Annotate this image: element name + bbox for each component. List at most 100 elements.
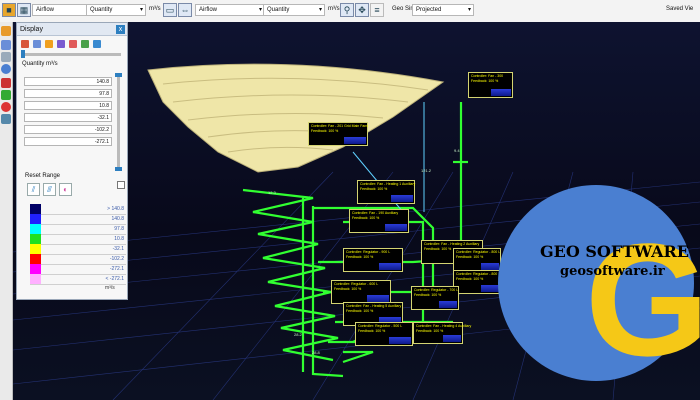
select-value: Quantity — [90, 7, 113, 13]
legend-label: -102.2 — [109, 256, 124, 262]
tooltip-body: Feedback: 100 % — [311, 129, 339, 133]
folder-icon[interactable] — [1, 26, 11, 36]
select-value: Quantity — [267, 7, 290, 13]
tooltip-title: Controller: Regulator - 700 L — [414, 288, 459, 292]
close-button[interactable]: x — [116, 25, 125, 34]
legend-label: < -272.1 — [105, 276, 125, 282]
table-icon[interactable] — [1, 52, 11, 62]
range-slider-thumb-bottom[interactable] — [115, 167, 122, 171]
range-slider[interactable] — [117, 73, 120, 169]
quantity-select-2[interactable]: Quantity ▾ — [263, 4, 325, 16]
pointer-icon[interactable] — [1, 78, 11, 88]
palette-icon[interactable] — [21, 40, 29, 48]
panel-title: Display — [17, 23, 127, 36]
chevron-down-icon: ▾ — [258, 7, 262, 13]
controller-tooltip[interactable]: Controller: Fan - 300 Feedback: 100 % — [468, 72, 513, 98]
range-value-input[interactable]: 140.8 — [24, 77, 112, 86]
tooltip-bar — [385, 224, 407, 231]
controller-tooltip[interactable]: Controller: Regulator - 800 L Feedback: … — [453, 270, 501, 294]
airflow-select-2[interactable]: Airflow ▾ — [195, 4, 265, 16]
sphere-icon[interactable] — [57, 40, 65, 48]
opacity-slider[interactable] — [21, 53, 121, 56]
legend-label: -272.1 — [109, 266, 124, 272]
cube-icon[interactable] — [69, 40, 77, 48]
zoom-icon[interactable]: ⚲ — [340, 3, 354, 17]
geo-sim-select[interactable]: Projected ▾ — [412, 4, 474, 16]
alert-icon[interactable] — [1, 102, 11, 112]
color-bar-icon[interactable]: ▭ — [163, 3, 177, 17]
unit-label-2: m³/s — [328, 6, 340, 12]
tooltip-bar — [481, 285, 499, 292]
grid-icon[interactable]: ▦ — [17, 3, 31, 17]
controller-tooltip[interactable]: Controller: Regulator - 600 L Feedback: … — [331, 280, 391, 304]
shape-icon[interactable] — [45, 40, 53, 48]
unit-label-1: m³/s — [149, 6, 161, 12]
range-value-input[interactable]: -32.1 — [24, 113, 112, 122]
legend-label: 97.8 — [114, 226, 124, 232]
controller-tooltip[interactable]: Controller: Regulator - 500 L Feedback: … — [355, 322, 413, 346]
settings-icon[interactable]: ≡ — [370, 3, 384, 17]
range-slider-thumb-top[interactable] — [115, 73, 122, 77]
tooltip-body: Feedback: 100 % — [358, 329, 386, 333]
bar-icon[interactable] — [33, 40, 41, 48]
legend-swatch — [30, 254, 41, 264]
quantity-select-1[interactable]: Quantity ▾ — [86, 4, 146, 16]
layers-icon[interactable] — [1, 40, 11, 50]
controller-tooltip[interactable]: Controller: Fan - Heating 1 Auxiliary Fe… — [357, 180, 415, 204]
legend-label: 10.8 — [114, 236, 124, 242]
save-icon[interactable]: ■ — [2, 3, 16, 17]
saved-views-label[interactable]: Saved Vie — [666, 6, 693, 12]
controller-tooltip[interactable]: Controller: Fan - 201 Grid Main Fans Fee… — [308, 122, 368, 146]
reset-range-checkbox[interactable] — [117, 181, 125, 189]
legend-label: -32.1 — [112, 246, 124, 252]
controller-tooltip[interactable]: Controller: Regulator - 800 L Feedback: … — [453, 248, 501, 272]
tooltip-title: Controller: Fan - 201 Grid Main Fans — [311, 124, 368, 128]
tooltip-title: Controller: Fan - Heating 2 Auxiliary — [424, 242, 480, 246]
controller-tooltip[interactable]: Controller: Fan - Heating 4 Auxiliary Fe… — [413, 322, 471, 344]
tooltip-body: Feedback: 100 % — [424, 247, 452, 251]
tree-icon[interactable] — [1, 90, 11, 100]
range-value-input[interactable]: -272.1 — [24, 137, 112, 146]
tooltip-bar — [491, 89, 511, 96]
tooltip-body: Feedback: 100 % — [346, 309, 374, 313]
range-value-input[interactable]: -102.2 — [24, 125, 112, 134]
tooltip-body: Feedback: 100 % — [471, 79, 499, 83]
main-toolbar: ■ ▦ Airflow ▾ Quantity ▾ m³/s ▭ ⇔ Airflow ▾… — [0, 0, 700, 23]
chart-icon[interactable] — [81, 40, 89, 48]
controller-tooltip[interactable]: Controller: Regulator - 700 L Feedback: … — [411, 286, 459, 310]
tooltip-title: Controller: Fan - 190 Auxiliary — [352, 211, 399, 215]
gear-icon[interactable] — [1, 114, 11, 124]
distribute-button[interactable]: ⫽ — [27, 183, 40, 196]
move-icon[interactable]: ✥ — [355, 3, 369, 17]
color-wheel-button[interactable]: ◐ — [59, 183, 72, 196]
globe-icon[interactable] — [1, 64, 11, 74]
tooltip-title: Controller: Fan - Heating 5 Auxiliary — [346, 304, 402, 308]
legend-row[interactable]: < -272.1 — [30, 274, 126, 285]
opacity-slider-thumb[interactable] — [21, 50, 25, 58]
tooltip-title: Controller: Regulator - 500 L — [358, 324, 403, 328]
logo-title: GEO SOFTWARE — [540, 242, 689, 261]
range-value-input[interactable]: 10.8 — [24, 101, 112, 110]
value-label: 9.4 — [454, 148, 460, 153]
legend-swatch — [30, 204, 41, 214]
invert-button[interactable]: ⫻ — [43, 183, 56, 196]
value-label: 12.3 — [268, 190, 276, 195]
legend-swatch — [30, 264, 41, 274]
tooltip-body: Feedback: 100 % — [416, 329, 444, 333]
tooltip-bar — [481, 263, 499, 270]
tooltip-title: Controller: Regulator - 800 L — [456, 272, 501, 276]
legend-swatch — [30, 224, 41, 234]
legend-label: 140.8 — [111, 216, 124, 222]
link-icon[interactable]: ⇔ — [178, 3, 192, 17]
select-value: Airflow — [199, 7, 218, 13]
controller-tooltip[interactable]: Controller: Regulator - 900 L Feedback: … — [343, 248, 403, 272]
eye-icon[interactable] — [93, 40, 101, 48]
tooltip-title: Controller: Fan - 300 — [471, 74, 504, 78]
chevron-down-icon: ▾ — [318, 7, 322, 13]
select-value: Projected — [416, 7, 442, 13]
range-value-input[interactable]: 97.8 — [24, 89, 112, 98]
chevron-down-icon: ▾ — [139, 7, 143, 13]
legend-swatch — [30, 234, 41, 244]
controller-tooltip[interactable]: Controller: Fan - 190 Auxiliary Feedback… — [349, 209, 409, 233]
tooltip-title: Controller: Regulator - 800 L — [456, 250, 501, 254]
